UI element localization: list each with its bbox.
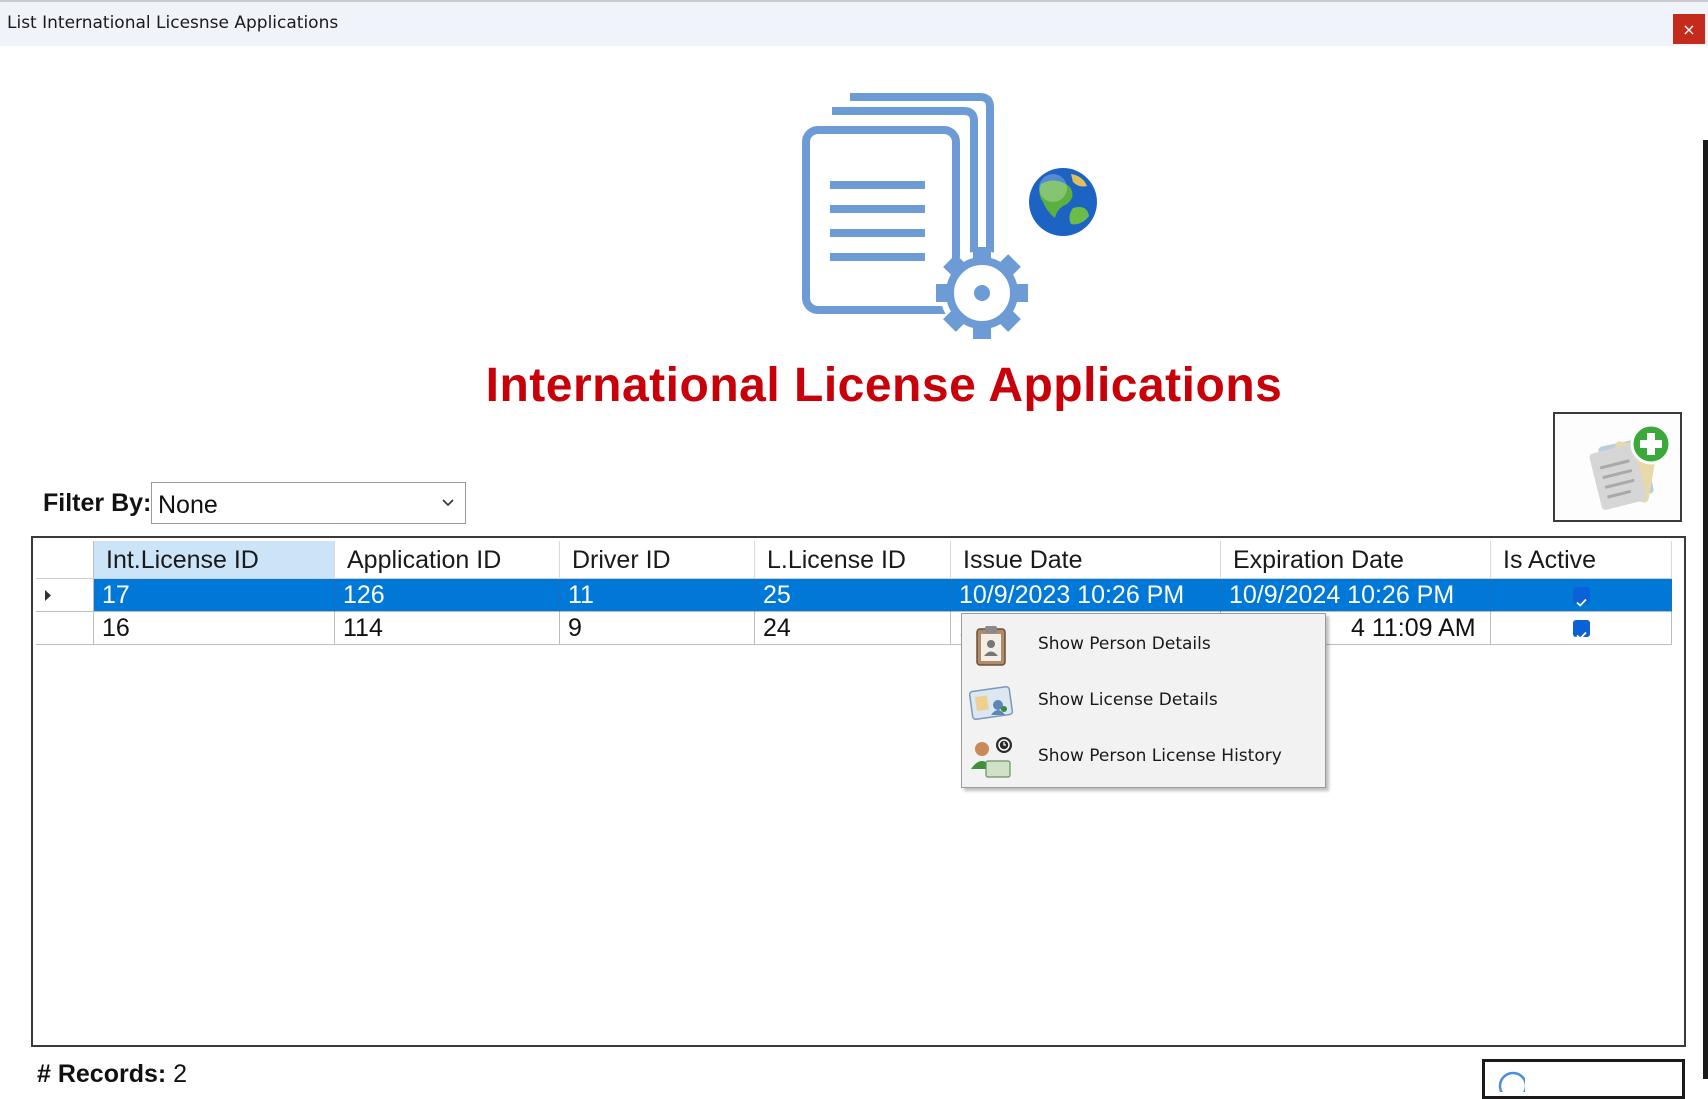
window-title: List International Licesnse Applications [7, 13, 339, 33]
column-header-l-license-id[interactable]: L.License ID [755, 541, 951, 579]
window-close-button[interactable]: × [1673, 14, 1705, 44]
cell-int-license-id[interactable]: 17 [94, 579, 335, 612]
column-header-application-id[interactable]: Application ID [335, 541, 560, 579]
filter-dropdown[interactable]: None [151, 482, 466, 524]
checkmark-icon [1576, 598, 1587, 607]
column-header-int-license-id[interactable]: Int.License ID [94, 541, 335, 579]
title-bar: List International Licesnse Applications… [0, 0, 1708, 46]
column-header-driver-id[interactable]: Driver ID [560, 541, 755, 579]
filter-selected-value: None [158, 491, 218, 519]
close-circle-icon [1498, 1071, 1528, 1099]
cell-application-id[interactable]: 126 [335, 579, 560, 612]
cell-is-active[interactable] [1491, 612, 1672, 645]
cell-l-license-id[interactable]: 25 [755, 579, 951, 612]
cell-driver-id[interactable]: 11 [560, 579, 755, 612]
column-header-expiration-date[interactable]: Expiration Date [1221, 541, 1491, 579]
is-active-checkbox[interactable] [1573, 587, 1590, 607]
window-edge [1703, 140, 1708, 1079]
records-value: 2 [173, 1060, 188, 1088]
row-header[interactable] [36, 579, 94, 612]
records-label: # Records: [37, 1060, 167, 1088]
menu-item-label: Show License Details [1038, 690, 1218, 710]
menu-item-label: Show Person Details [1038, 634, 1211, 654]
cell-expiration-date[interactable]: 10/9/2024 10:26 PM [1221, 579, 1491, 612]
cell-issue-date[interactable]: 10/9/2023 10:26 PM [951, 579, 1221, 612]
cell-driver-id[interactable]: 9 [560, 612, 755, 645]
cell-is-active[interactable] [1491, 579, 1672, 612]
cell-application-id[interactable]: 114 [335, 612, 560, 645]
person-card-icon [976, 626, 1006, 666]
column-header-issue-date[interactable]: Issue Date [951, 541, 1221, 579]
checkmark-icon [1576, 631, 1587, 640]
filter-label: Filter By: [43, 489, 152, 517]
close-button[interactable] [1482, 1059, 1685, 1099]
records-count: # Records: 2 [37, 1060, 187, 1089]
documents-gear-globe-icon [802, 93, 1097, 339]
column-header-is-active[interactable]: Is Active [1491, 541, 1672, 579]
add-application-icon [1589, 423, 1672, 510]
is-active-checkbox[interactable] [1573, 620, 1590, 640]
grid-corner-header [36, 541, 94, 579]
cell-int-license-id[interactable]: 16 [94, 612, 335, 645]
context-menu: Show Person Details Show License Details… [961, 613, 1326, 788]
page-title: International License Applications [485, 359, 1283, 412]
add-application-button[interactable] [1553, 412, 1682, 522]
menu-item-show-person-license-history[interactable]: Show Person License History [962, 729, 1323, 785]
current-row-arrow-icon [45, 590, 51, 601]
row-header[interactable] [36, 612, 94, 645]
chevron-down-icon [442, 499, 454, 507]
person-history-icon [971, 737, 1012, 778]
menu-item-show-license-details[interactable]: Show License Details [962, 673, 1323, 729]
menu-item-label: Show Person License History [1038, 746, 1282, 766]
applications-grid[interactable]: Int.License ID Application ID Driver ID … [31, 536, 1686, 1047]
cell-l-license-id[interactable]: 24 [755, 612, 951, 645]
license-card-icon [968, 685, 1014, 721]
menu-item-show-person-details[interactable]: Show Person Details [962, 617, 1323, 673]
